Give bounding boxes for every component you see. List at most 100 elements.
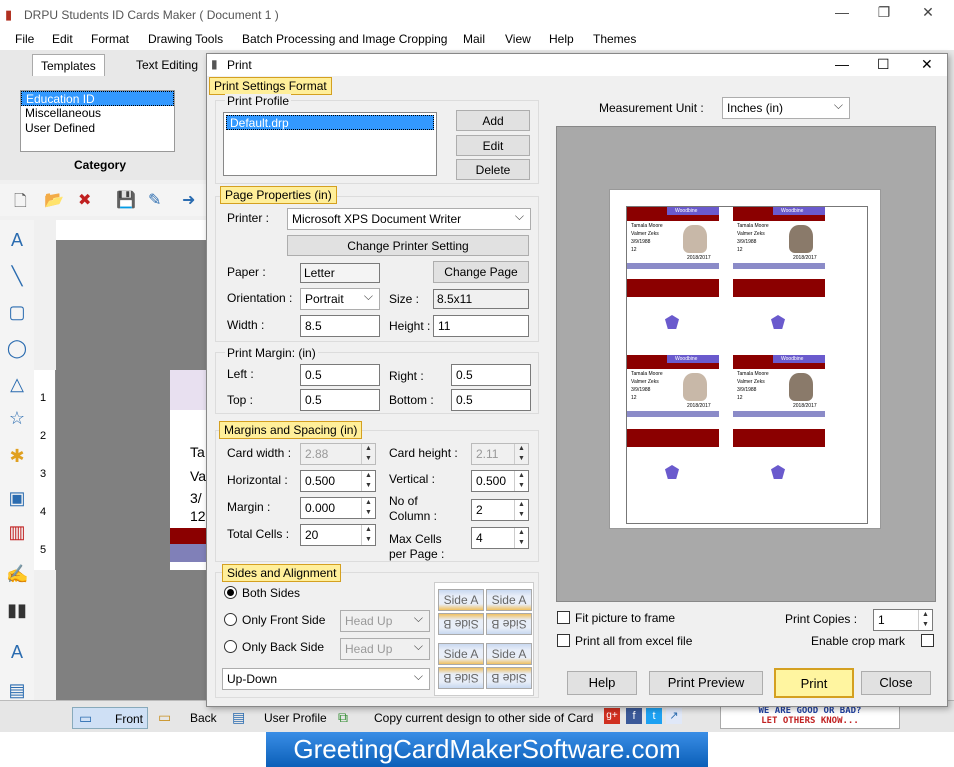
help-button[interactable]: Help [567,671,637,695]
margins-spacing-heading: Margins and Spacing (in) [219,421,363,439]
card-design[interactable]: Ta Va 3/ 12 [170,370,210,570]
horizontal-input[interactable]: 0.500 ▲ ▼ [300,470,376,492]
height-input[interactable]: 11 [433,315,529,337]
vertical-spinner[interactable]: ▲ ▼ [514,471,528,491]
dialog-close-icon[interactable]: ✕ [921,56,933,73]
orientation-select[interactable]: Portrait [300,288,380,310]
vertical-input[interactable]: 0.500 ▲ ▼ [471,470,529,492]
twitter-icon[interactable]: t [646,708,662,724]
share-icon[interactable]: ↗ [666,708,682,724]
delete-profile-button[interactable]: Delete [456,159,530,180]
user-profile-button[interactable]: ▤ User Profile [232,707,328,729]
menu-drawing-tools[interactable]: Drawing Tools [148,32,223,46]
menu-themes[interactable]: Themes [593,32,636,46]
text-tool-icon[interactable]: A [6,230,28,252]
preview-card-role: Valmer Zeks [631,231,659,237]
category-item-user-defined[interactable]: User Defined [21,121,174,136]
printer-select[interactable]: Microsoft XPS Document Writer [287,208,531,230]
fit-picture-checkbox[interactable] [557,611,570,624]
print-copies-input[interactable]: 1 ▲ ▼ [873,609,933,631]
left-margin-input[interactable]: 0.5 [300,364,380,386]
max-cells-spinner[interactable]: ▲ ▼ [514,528,528,548]
library-tool-icon[interactable]: ▥ [6,522,28,544]
preview-card-brand: Woodbine [781,208,804,214]
print-all-excel-checkbox[interactable] [557,634,570,647]
ruler-number: 1 [40,392,47,404]
rectangle-tool-icon[interactable]: ▢ [6,302,28,324]
bottom-margin-input[interactable]: 0.5 [451,389,531,411]
max-cells-input[interactable]: 4 ▲ ▼ [471,527,529,549]
barcode-tool-icon[interactable]: ▮▮ [6,600,28,622]
menu-batch-processing[interactable]: Batch Processing and Image Cropping [242,32,447,46]
change-printer-setting-button[interactable]: Change Printer Setting [287,235,529,256]
minimize-icon[interactable]: — [830,4,854,24]
ruler-number: 3 [40,468,47,480]
no-of-column-input[interactable]: 2 ▲ ▼ [471,499,529,521]
right-margin-label: Right : [389,369,424,383]
triangle-tool-icon[interactable]: △ [6,374,28,396]
menu-mail[interactable]: Mail [463,32,485,46]
change-page-button[interactable]: Change Page [433,261,529,283]
image-tool-icon[interactable]: ▣ [6,488,28,510]
print-copies-spinner[interactable]: ▲ ▼ [918,610,932,630]
profile-item-default[interactable]: Default.drp [226,115,434,130]
signature-tool-icon[interactable]: ✍ [6,564,28,586]
only-back-side-radio[interactable] [224,640,237,653]
margin-spinner[interactable]: ▲ ▼ [361,498,375,518]
picture-tool-icon[interactable]: ▤ [6,680,28,702]
alignment-select[interactable]: Up-Down [222,668,430,690]
menu-help[interactable]: Help [549,32,574,46]
menu-format[interactable]: Format [91,32,129,46]
star-tool-icon[interactable]: ☆ [6,408,28,430]
total-cells-input[interactable]: 20 ▲ ▼ [300,524,376,546]
edit-profile-button[interactable]: Edit [456,135,530,156]
top-margin-input[interactable]: 0.5 [300,389,380,411]
line-tool-icon[interactable]: ╲ [6,266,28,288]
size-field: 8.5x11 [433,289,529,309]
category-item-education-id[interactable]: Education ID [21,91,174,106]
only-front-side-radio[interactable] [224,613,237,626]
new-icon[interactable]: 🗋 [14,190,27,217]
horizontal-spinner[interactable]: ▲ ▼ [361,471,375,491]
edit-icon[interactable]: ✎ [148,190,161,210]
print-profile-list[interactable]: Default.drp [223,112,437,176]
tab-templates[interactable]: Templates [32,54,105,76]
category-item-miscellaneous[interactable]: Miscellaneous [21,106,174,121]
save-icon[interactable]: 💾 [116,190,136,210]
card-text: Ta [190,444,205,460]
both-sides-radio[interactable] [224,586,237,599]
restore-icon[interactable]: ❐ [872,4,896,24]
export-icon[interactable]: ➜ [182,190,195,210]
ellipse-tool-icon[interactable]: ◯ [6,338,28,360]
add-profile-button[interactable]: Add [456,110,530,131]
menu-view[interactable]: View [505,32,531,46]
open-icon[interactable]: 📂 [44,190,64,210]
print-button[interactable]: Print [774,668,854,698]
shapes-tool-icon[interactable]: ✱ [6,446,28,468]
print-preview-button[interactable]: Print Preview [649,671,763,695]
menu-file[interactable]: File [15,32,34,46]
back-button[interactable]: ▭ Back [156,707,222,729]
close-button[interactable]: Close [861,671,931,695]
category-list[interactable]: Education ID Miscellaneous User Defined [20,90,175,152]
measurement-unit-select[interactable]: Inches (in) [722,97,850,119]
watermark-tool-icon[interactable]: A [6,642,28,664]
feedback-banner[interactable]: WE ARE GOOD OR BAD? LET OTHERS KNOW... [720,705,900,729]
copy-design-button[interactable]: ⧉ Copy current design to other side of C… [338,707,594,729]
dialog-maximize-icon[interactable]: ☐ [877,56,890,73]
width-input[interactable]: 8.5 [300,315,380,337]
enable-crop-mark-checkbox[interactable] [921,634,934,647]
facebook-icon[interactable]: f [626,708,642,724]
front-button[interactable]: ▭ Front [72,707,148,729]
dialog-minimize-icon[interactable]: — [835,56,849,72]
menu-edit[interactable]: Edit [52,32,73,46]
side-arrangement-preview[interactable]: Side A Side A Side B Side B Side A Side … [434,582,534,696]
no-of-column-spinner[interactable]: ▲ ▼ [514,500,528,520]
total-cells-spinner[interactable]: ▲ ▼ [361,525,375,545]
tab-text-editing[interactable]: Text Editing [128,54,206,76]
close-icon[interactable]: ✕ [916,4,940,24]
right-margin-input[interactable]: 0.5 [451,364,531,386]
margin-input[interactable]: 0.000 ▲ ▼ [300,497,376,519]
close-doc-icon[interactable]: ✖ [78,190,91,210]
google-plus-icon[interactable]: g+ [604,708,620,724]
